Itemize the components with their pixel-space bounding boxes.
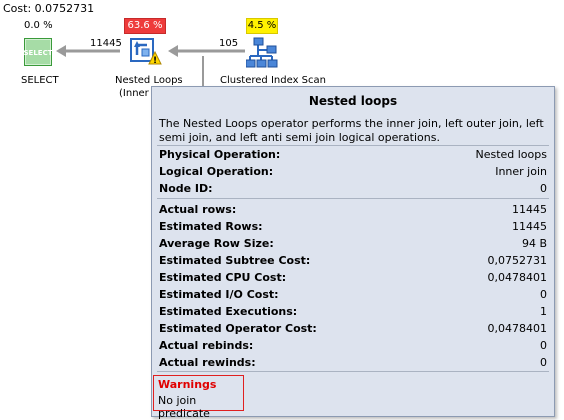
edge-row-count-select: 11445 (90, 38, 122, 49)
tooltip-divider (157, 371, 549, 372)
property-row: Logical Operation: Inner join (159, 163, 547, 180)
tooltip-description: The Nested Loops operator performs the i… (159, 117, 544, 144)
index-scan-label: Clustered Index Scan (220, 75, 326, 86)
warnings-text: No join predicate (158, 394, 210, 420)
property-key: Actual rewinds: (159, 356, 256, 369)
property-key: Estimated Executions: (159, 305, 298, 318)
property-row: Physical Operation: Nested loops (159, 146, 547, 163)
property-row: Estimated I/O Cost: 0 (159, 286, 547, 303)
property-key: Average Row Size: (159, 237, 274, 250)
property-value: 0 (540, 356, 547, 369)
property-value: 1 (540, 305, 547, 318)
property-value: 11445 (512, 220, 547, 233)
property-key: Estimated Operator Cost: (159, 322, 317, 335)
property-key: Actual rows: (159, 203, 237, 216)
property-row: Estimated Rows: 11445 (159, 218, 547, 235)
property-key: Logical Operation: (159, 165, 274, 178)
tooltip-properties-group1: Physical Operation: Nested loops Logical… (159, 146, 547, 197)
property-key: Node ID: (159, 182, 213, 195)
property-value: 0 (540, 288, 547, 301)
property-row: Node ID: 0 (159, 180, 547, 197)
property-value: 0,0478401 (487, 271, 548, 284)
property-value: Nested loops (475, 148, 547, 161)
property-value: 0,0478401 (487, 322, 548, 335)
nested-loops-label-line1: Nested Loops (115, 75, 183, 86)
property-key: Actual rebinds: (159, 339, 254, 352)
tooltip-divider (157, 198, 549, 199)
operator-tooltip: Nested loops The Nested Loops operator p… (151, 86, 555, 417)
property-value: 11445 (512, 203, 547, 216)
property-row: Actual rewinds: 0 (159, 354, 547, 371)
property-key: Physical Operation: (159, 148, 281, 161)
property-row: Estimated Executions: 1 (159, 303, 547, 320)
warnings-box: Warnings No join predicate (153, 375, 244, 420)
select-icon: SELECT (24, 38, 53, 66)
edge-row-count-scan: 105 (219, 38, 239, 49)
property-row: Estimated CPU Cost: 0,0478401 (159, 269, 547, 286)
property-key: Estimated Rows: (159, 220, 263, 233)
select-node[interactable]: SELECT (24, 38, 53, 66)
property-value: 0,0752731 (487, 254, 548, 267)
svg-text:!: ! (153, 56, 157, 66)
property-value: 0 (540, 182, 547, 195)
property-key: Estimated Subtree Cost: (159, 254, 311, 267)
tooltip-properties-group2: Actual rows: 11445 Estimated Rows: 11445… (159, 201, 547, 371)
nested-loops-node[interactable]: ! (130, 38, 162, 66)
property-row: Estimated Subtree Cost: 0,0752731 (159, 252, 547, 269)
index-scan-node[interactable] (245, 36, 280, 68)
clustered-index-scan-icon (245, 37, 278, 68)
property-key: Estimated I/O Cost: (159, 288, 279, 301)
property-value: 94 B (521, 237, 547, 250)
tooltip-title: Nested loops (308, 94, 398, 108)
select-node-label: SELECT (21, 75, 59, 86)
property-row: Estimated Operator Cost: 0,0478401 (159, 320, 547, 337)
warnings-title: Warnings (158, 378, 217, 391)
property-row: Actual rows: 11445 (159, 201, 547, 218)
property-row: Average Row Size: 94 B (159, 235, 547, 252)
property-row: Actual rebinds: 0 (159, 337, 547, 354)
nested-loops-label-line2: (Inner J (119, 88, 155, 99)
svg-text:SELECT: SELECT (24, 49, 52, 57)
property-value: 0 (540, 339, 547, 352)
nested-loops-icon: ! (130, 38, 162, 66)
property-value: Inner join (495, 165, 547, 178)
property-key: Estimated CPU Cost: (159, 271, 287, 284)
